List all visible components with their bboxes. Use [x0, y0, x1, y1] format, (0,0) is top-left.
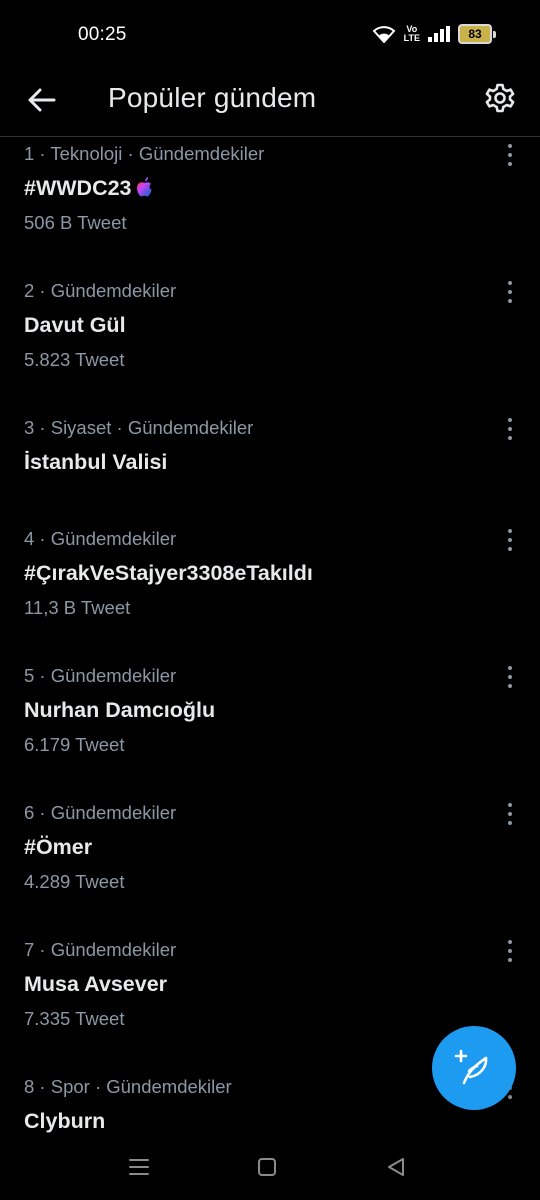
- trend-meta: 5 · Gündemdekiler: [24, 665, 177, 686]
- trend-tweet-count: 506 B Tweet: [24, 212, 127, 233]
- page-title: Popüler gündem: [108, 82, 317, 113]
- trend-item[interactable]: 4 · Gündemdekiler #ÇırakVeStajyer3308eTa…: [0, 521, 540, 658]
- battery-level: 83: [458, 24, 492, 44]
- status-icons: Vo LTE 83: [372, 24, 496, 44]
- trend-name: İstanbul Valisi: [24, 450, 168, 474]
- more-options-button[interactable]: [500, 418, 520, 440]
- more-options-button[interactable]: [500, 666, 520, 688]
- compose-tweet-icon: [454, 1049, 488, 1085]
- menu-icon: [129, 1159, 149, 1175]
- more-options-button[interactable]: [500, 144, 520, 166]
- trend-name: Nurhan Damcıoğlu: [24, 698, 216, 722]
- wifi-icon: [372, 26, 396, 43]
- trend-name: Musa Avsever: [24, 972, 168, 996]
- more-options-button[interactable]: [500, 940, 520, 962]
- trend-name: #ÇırakVeStajyer3308eTakıldı: [24, 561, 313, 585]
- trend-tweet-count: 11,3 B Tweet: [24, 597, 131, 618]
- back-nav-button[interactable]: [381, 1152, 411, 1182]
- trend-tweet-count: 6.179 Tweet: [24, 734, 125, 755]
- status-time: 00:25: [78, 24, 127, 45]
- trend-item[interactable]: 3 · Siyaset · Gündemdekiler İstanbul Val…: [0, 410, 540, 521]
- back-button[interactable]: [22, 80, 62, 120]
- home-button[interactable]: [252, 1152, 282, 1182]
- trend-meta: 3 · Siyaset · Gündemdekiler: [24, 417, 254, 438]
- battery-icon: 83: [458, 24, 496, 44]
- trend-meta: 1 · Teknoloji · Gündemdekiler: [24, 143, 265, 164]
- trend-tweet-count: 5.823 Tweet: [24, 349, 125, 370]
- trend-name: Davut Gül: [24, 313, 126, 337]
- volte-indicator: Vo LTE: [403, 24, 420, 43]
- trend-tweet-count: 4.289 Tweet: [24, 871, 125, 892]
- trend-name: #Ömer: [24, 835, 93, 859]
- arrow-left-icon: [28, 88, 56, 112]
- square-icon: [258, 1158, 276, 1176]
- trend-item[interactable]: 5 · Gündemdekiler Nurhan Damcıoğlu 6.179…: [0, 658, 540, 795]
- recents-button[interactable]: [124, 1152, 154, 1182]
- status-bar: 00:25 Vo LTE 83: [0, 0, 540, 70]
- trend-meta: 2 · Gündemdekiler: [24, 280, 177, 301]
- more-options-button[interactable]: [500, 529, 520, 551]
- compose-tweet-button[interactable]: [432, 1026, 516, 1110]
- system-nav-bar: [0, 1134, 540, 1200]
- signal-icon: [428, 26, 450, 42]
- more-options-button[interactable]: [500, 803, 520, 825]
- trend-item[interactable]: 1 · Teknoloji · Gündemdekiler #WWDC23 50…: [0, 136, 540, 273]
- header: Popüler gündem: [0, 70, 540, 137]
- trend-item[interactable]: 2 · Gündemdekiler Davut Gül 5.823 Tweet: [0, 273, 540, 410]
- gear-icon: [485, 83, 515, 113]
- trend-meta: 6 · Gündemdekiler: [24, 802, 177, 823]
- apple-logo-icon: [136, 177, 152, 197]
- settings-button[interactable]: [480, 78, 520, 118]
- trend-item[interactable]: 6 · Gündemdekiler #Ömer 4.289 Tweet: [0, 795, 540, 932]
- trend-meta: 7 · Gündemdekiler: [24, 939, 177, 960]
- more-options-button[interactable]: [500, 281, 520, 303]
- trend-meta: 4 · Gündemdekiler: [24, 528, 177, 549]
- trend-meta: 8 · Spor · Gündemdekiler: [24, 1076, 232, 1097]
- trend-list: 1 · Teknoloji · Gündemdekiler #WWDC23 50…: [0, 136, 540, 1169]
- trend-tweet-count: 7.335 Tweet: [24, 1008, 125, 1029]
- trend-name: Clyburn: [24, 1109, 106, 1133]
- trend-name: #WWDC23: [24, 176, 154, 201]
- triangle-back-icon: [388, 1158, 404, 1176]
